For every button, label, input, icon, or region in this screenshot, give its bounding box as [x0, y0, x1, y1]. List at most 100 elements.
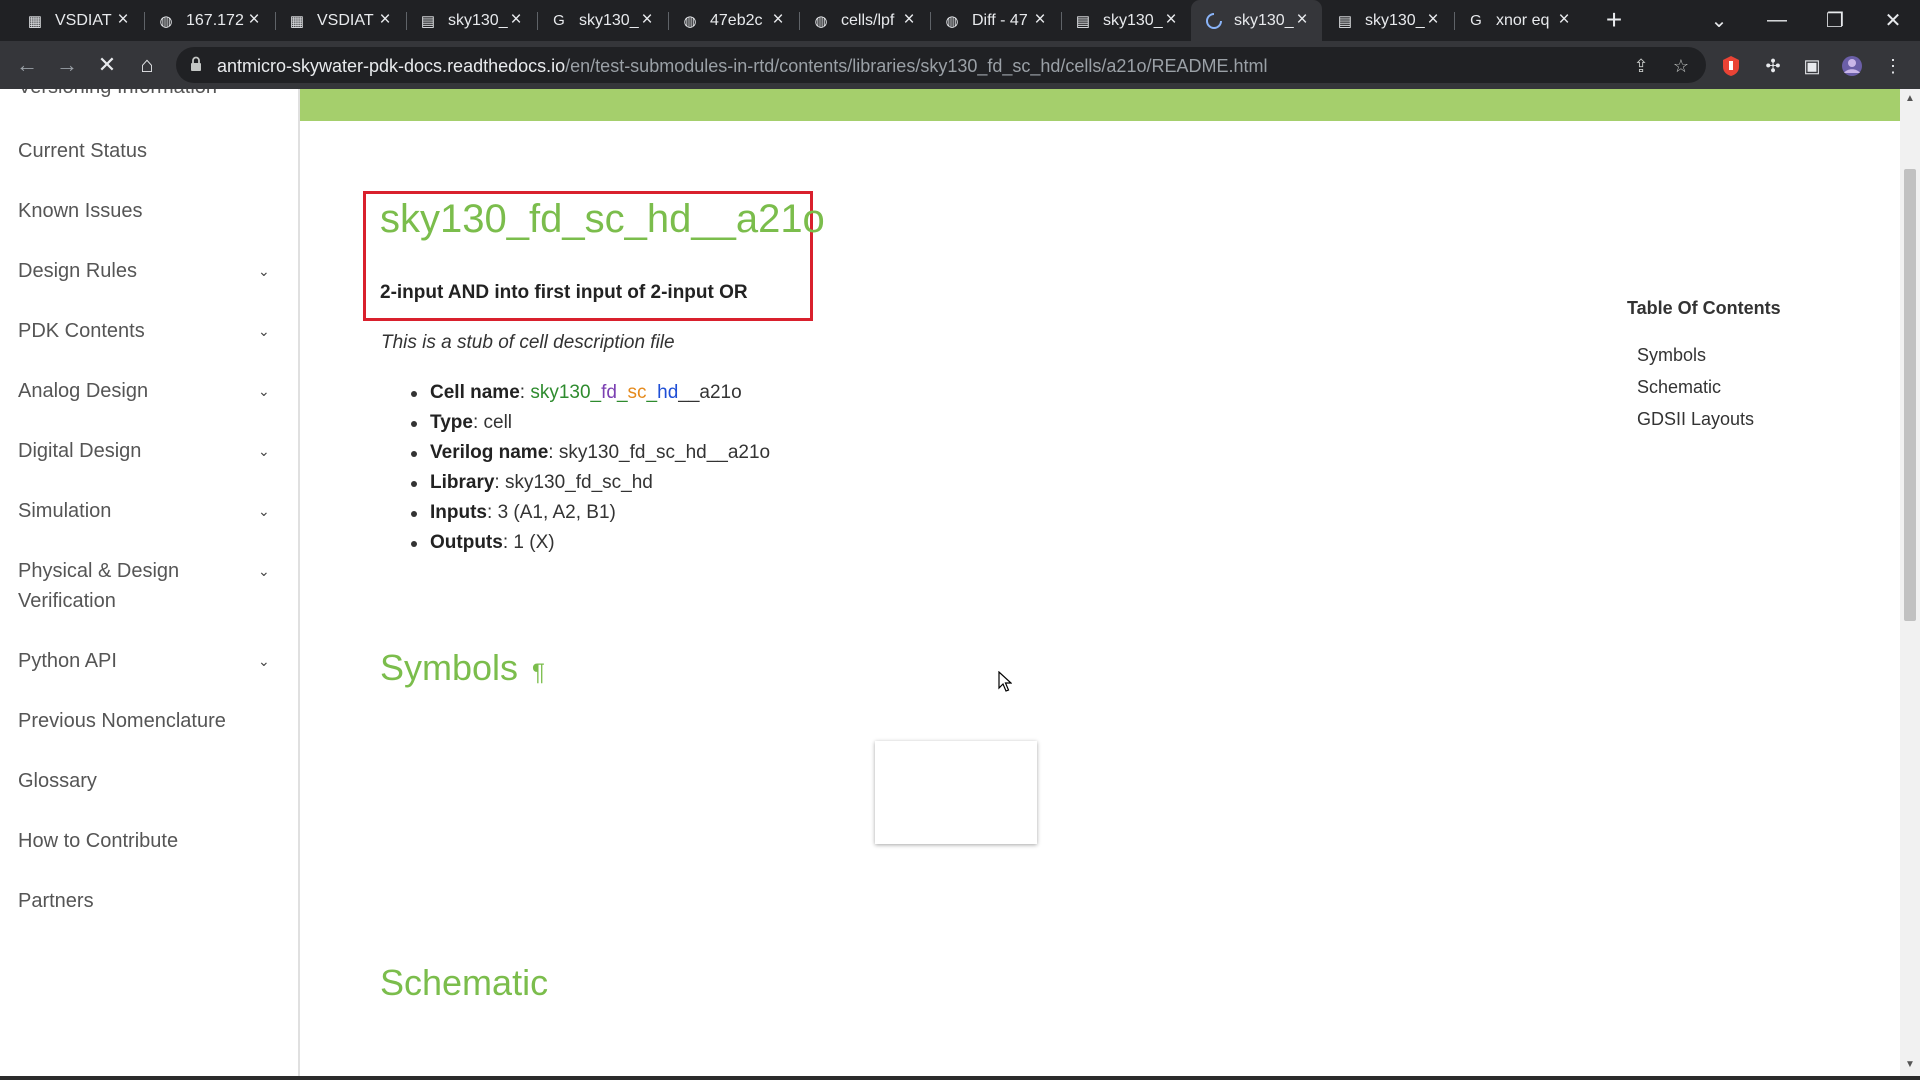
browser-tab[interactable]: ▦ VSDIAT ×: [274, 0, 405, 41]
vertical-scrollbar[interactable]: ▲ ▼: [1900, 89, 1920, 1076]
list-item: Library: sky130_fd_sc_hd: [380, 468, 770, 498]
close-tab-icon[interactable]: ×: [506, 10, 526, 30]
restore-icon[interactable]: ❐: [1806, 0, 1864, 41]
back-icon[interactable]: ←: [10, 48, 44, 82]
toc-item-symbols[interactable]: Symbols: [1637, 345, 1706, 366]
close-tab-icon[interactable]: ×: [244, 10, 264, 30]
page-subtitle: 2-input AND into first input of 2-input …: [380, 282, 748, 303]
toc-item-schematic[interactable]: Schematic: [1637, 377, 1721, 398]
sidebar-item-current-status[interactable]: Current Status: [18, 136, 278, 166]
main-content: sky130_fd_sc_hd__a21o 2-input AND into f…: [300, 89, 1900, 1076]
new-tab-button[interactable]: +: [1598, 4, 1630, 36]
extension-red-icon[interactable]: [1720, 55, 1742, 77]
list-item: Inputs: 3 (A1, A2, B1): [380, 498, 770, 528]
close-tab-icon[interactable]: ×: [1554, 10, 1574, 30]
sidebar-nav: Versioning Information Current Status Kn…: [0, 89, 300, 1076]
url-text: antmicro-skywater-pdk-docs.readthedocs.i…: [217, 56, 1268, 76]
browser-tab[interactable]: ▦ VSDIAT ×: [12, 0, 143, 41]
chevron-down-icon[interactable]: ⌄: [258, 376, 270, 406]
list-item: Outputs: 1 (X): [380, 528, 770, 558]
chevron-down-icon[interactable]: ⌄: [258, 646, 270, 676]
chevron-down-icon[interactable]: ⌄: [258, 316, 270, 346]
google-icon: G: [1470, 12, 1482, 29]
list-item: Type: cell: [380, 408, 770, 438]
sidebar-item-simulation[interactable]: Simulation ⌄: [18, 496, 278, 526]
browser-tab[interactable]: G xnor eq ×: [1453, 0, 1584, 41]
browser-tab[interactable]: ◍ Diff - 47 ×: [929, 0, 1060, 41]
lock-icon[interactable]: [190, 56, 202, 77]
browser-tab[interactable]: ◍ 47eb2c ×: [667, 0, 798, 41]
bookmark-star-icon[interactable]: ☆: [1671, 56, 1691, 76]
stop-loading-icon[interactable]: ✕: [90, 48, 124, 82]
chevron-down-icon[interactable]: ⌄: [258, 496, 270, 526]
globe-icon: ◍: [683, 12, 697, 30]
scroll-down-arrow-icon[interactable]: ▼: [1905, 1059, 1915, 1070]
close-tab-icon[interactable]: ×: [637, 10, 657, 30]
toc-item-gdsii-layouts[interactable]: GDSII Layouts: [1637, 409, 1754, 430]
permalink-icon[interactable]: ¶: [532, 659, 545, 686]
close-tab-icon[interactable]: ×: [899, 10, 919, 30]
cell-name-value[interactable]: sky130_fd_sc_hd__a21o: [530, 382, 741, 403]
list-item: Verilog name: sky130_fd_sc_hd__a21o: [380, 438, 770, 468]
browser-tab-active[interactable]: sky130_ ×: [1191, 0, 1322, 41]
list-item: Cell name: sky130_fd_sc_hd__a21o: [380, 378, 770, 408]
loading-spinner-icon: [1204, 11, 1224, 31]
mouse-cursor-icon: [998, 670, 1013, 698]
sidebar-item-python-api[interactable]: Python API ⌄: [18, 646, 278, 676]
extensions-puzzle-icon[interactable]: ✣: [1762, 55, 1784, 77]
globe-icon: ◍: [814, 12, 828, 30]
sidebar-item-physical-design-verification[interactable]: Physical & Design Verification ⌄: [18, 556, 278, 616]
chevron-down-icon[interactable]: ⌄: [258, 556, 270, 586]
scrollbar-thumb[interactable]: [1904, 169, 1916, 621]
close-tab-icon[interactable]: ×: [1292, 10, 1312, 30]
browser-tab[interactable]: ▤ sky130_ ×: [405, 0, 536, 41]
browser-tab[interactable]: ◍ 167.172 ×: [143, 0, 274, 41]
symbol-image[interactable]: [875, 741, 1037, 844]
browser-tab[interactable]: G sky130_ ×: [536, 0, 667, 41]
vsd-icon: ▦: [27, 12, 43, 30]
sidebar-item-glossary[interactable]: Glossary: [18, 766, 278, 796]
share-icon[interactable]: ⇪: [1631, 56, 1651, 76]
sidebar-item-design-rules[interactable]: Design Rules ⌄: [18, 256, 278, 286]
sidebar-item-partners[interactable]: Partners: [18, 886, 278, 916]
browser-tab[interactable]: ▤ sky130_ ×: [1322, 0, 1453, 41]
close-window-icon[interactable]: ✕: [1864, 0, 1920, 41]
schematic-heading: Schematic: [380, 962, 549, 1003]
close-tab-icon[interactable]: ×: [375, 10, 395, 30]
close-tab-icon[interactable]: ×: [1161, 10, 1181, 30]
globe-icon: ◍: [159, 12, 173, 30]
side-panel-icon[interactable]: ▣: [1801, 55, 1823, 77]
close-tab-icon[interactable]: ×: [1030, 10, 1050, 30]
close-tab-icon[interactable]: ×: [113, 10, 133, 30]
sidebar-item-digital-design[interactable]: Digital Design ⌄: [18, 436, 278, 466]
browser-tab-strip: ▦ VSDIAT × ◍ 167.172 × ▦ VSDIAT × ▤ sky1…: [0, 0, 1920, 41]
docs-icon: ▤: [1075, 12, 1091, 30]
scroll-up-arrow-icon[interactable]: ▲: [1905, 93, 1915, 104]
google-icon: G: [553, 12, 565, 29]
sidebar-item-previous-nomenclature[interactable]: Previous Nomenclature: [18, 706, 278, 736]
home-icon[interactable]: ⌂: [130, 48, 164, 82]
browser-tab[interactable]: ◍ cells/lpf ×: [798, 0, 929, 41]
vsd-icon: ▦: [289, 12, 305, 30]
minimize-icon[interactable]: —: [1748, 0, 1806, 41]
sidebar-item-known-issues[interactable]: Known Issues: [18, 196, 278, 226]
sidebar-item-versioning[interactable]: Versioning Information: [18, 89, 278, 102]
profile-avatar-icon[interactable]: [1841, 55, 1863, 77]
chevron-down-icon[interactable]: ⌄: [258, 256, 270, 286]
close-tab-icon[interactable]: ×: [1423, 10, 1443, 30]
tab-search-icon[interactable]: ⌄: [1690, 0, 1748, 41]
header-bar: [300, 89, 1900, 121]
sidebar-item-how-to-contribute[interactable]: How to Contribute: [18, 826, 278, 856]
docs-icon: ▤: [1337, 12, 1353, 30]
close-tab-icon[interactable]: ×: [768, 10, 788, 30]
browser-toolbar: ← → ✕ ⌂ antmicro-skywater-pdk-docs.readt…: [0, 41, 1920, 89]
sidebar-item-analog-design[interactable]: Analog Design ⌄: [18, 376, 278, 406]
browser-tab[interactable]: ▤ sky130_ ×: [1060, 0, 1191, 41]
browser-menu-icon[interactable]: ⋮: [1882, 55, 1904, 77]
sidebar-item-pdk-contents[interactable]: PDK Contents ⌄: [18, 316, 278, 346]
forward-icon[interactable]: →: [50, 48, 84, 82]
chevron-down-icon[interactable]: ⌄: [258, 436, 270, 466]
address-bar[interactable]: antmicro-skywater-pdk-docs.readthedocs.i…: [176, 47, 1706, 83]
stub-note: This is a stub of cell description file: [381, 332, 675, 353]
symbols-heading: Symbols ¶: [380, 647, 545, 688]
